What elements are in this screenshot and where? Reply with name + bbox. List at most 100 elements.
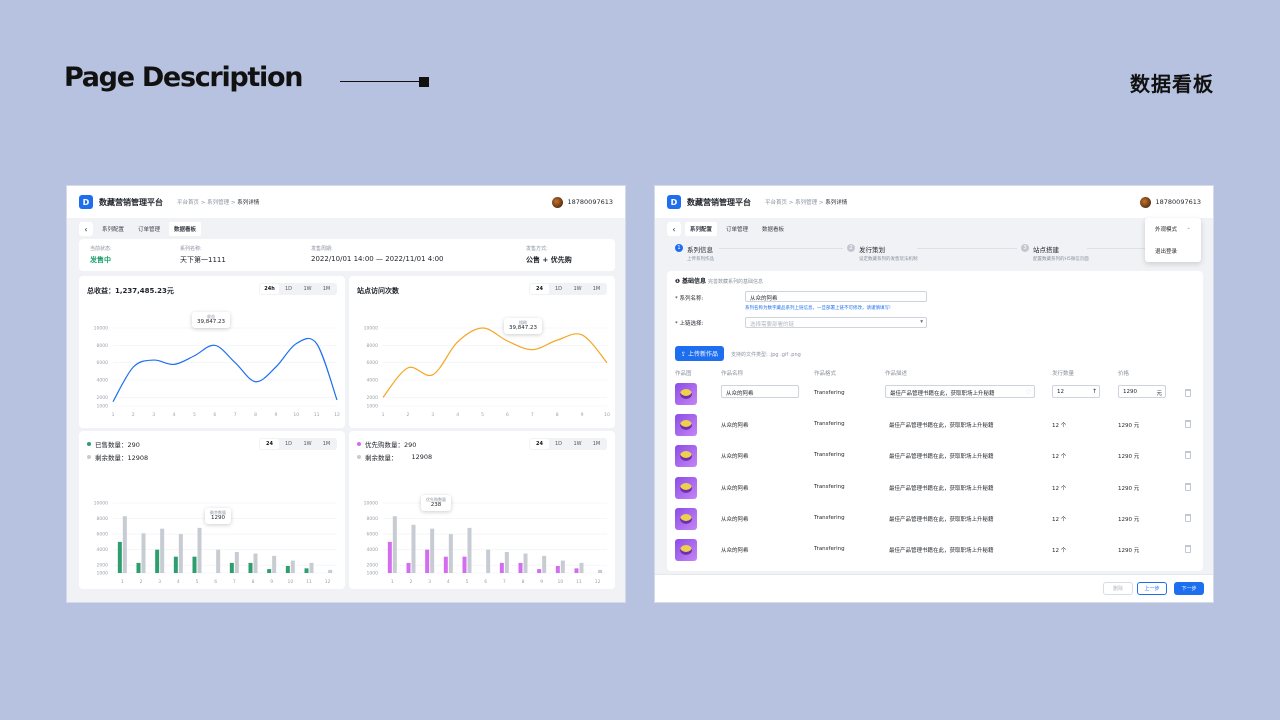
next-step-button[interactable]: 下一步 [1174,582,1204,595]
user-menu[interactable]: 18780097613 [1139,196,1202,208]
tab-series-config[interactable]: 系列配置 [97,222,129,236]
price-input[interactable]: 1290 元 [1118,385,1166,398]
x-tick-label: 1 [382,412,385,418]
tab-series-config[interactable]: 系列配置 [685,222,718,236]
artwork-name-input[interactable]: 从众的阿希 [721,385,799,398]
x-tick-label: 9 [540,579,543,585]
artwork-desc-input[interactable]: 最佳产品管理书籍在此，获取职场上升秘籍 ◌ [885,385,1035,398]
visits-chart-card: 站点访问次数 24 1D 1W 1M 1000 2000 4000 6000 8000 1… [349,276,615,428]
user-phone[interactable]: 18780097613 [568,198,614,206]
y-tick-label: 2000 [367,563,379,569]
user-menu[interactable]: 18780097613 [551,196,614,208]
user-dropdown: 外观模式 ⌄ 退出登录 [1145,218,1201,262]
step-3[interactable]: 3 站点搭建 配置数藏系列的H5微信页面 [1021,244,1089,262]
qty-stepper[interactable]: 12 ↑ [1052,385,1100,398]
upload-button[interactable]: ⇪ 上传新作品 [675,346,724,361]
trash-icon[interactable] [1185,389,1191,397]
bar [197,527,202,573]
bar [467,527,472,573]
artwork-format: Transfering [814,515,845,521]
bar [136,562,141,573]
menu-appearance[interactable]: 外观模式 ⌄ [1145,218,1201,240]
qty-value: 12 [1057,389,1064,395]
x-tick-label: 5 [481,412,484,418]
artwork-desc: 最佳产品管理书籍在此，获取职场上升秘籍 [889,548,994,554]
tab-dashboard[interactable]: 数据看板 [757,222,789,236]
bar [229,562,234,573]
artwork-thumbnail[interactable] [675,445,697,467]
artwork-thumbnail[interactable] [675,539,697,561]
step-title: 系列信息 [687,246,713,254]
artwork-thumbnail[interactable] [675,383,697,405]
chart-tooltip: 优先购数量 238 [421,495,451,512]
trash-icon[interactable] [1185,420,1191,428]
breadcrumb-item[interactable]: 系列管理 [795,200,817,206]
step-title: 发行策划 [859,246,885,254]
y-tick-label: 4000 [367,547,379,553]
top-bar: D 数藏营销管理平台 平台首页 > 系列管理 > 系列详情 1878009761… [67,186,625,218]
y-tick-label: 2000 [97,395,109,401]
col-desc: 作品描述 [885,371,908,377]
chain-select[interactable]: 选择需要部署的链 ▾ [745,317,927,328]
trash-icon[interactable] [1185,483,1191,491]
step-number: 2 [847,244,855,252]
back-arrow-icon[interactable]: ‹ [667,222,681,236]
avatar[interactable] [1139,196,1151,208]
artwork-thumbnail[interactable] [675,477,697,499]
x-tick-label: 2 [140,579,143,585]
step-1[interactable]: 1 系列信息 上传系列作品 [675,244,714,262]
artwork-qty: 12 个 [1052,517,1067,523]
series-name-input[interactable]: 从众的阿希 [745,291,927,302]
y-tick-label: 2000 [367,395,379,401]
bar [272,555,277,573]
clear-icon[interactable]: ◌ [1026,389,1031,395]
tab-order-mgmt[interactable]: 订单管理 [133,222,165,236]
series-line [112,337,338,402]
info-label: 系列名称: [180,246,202,252]
x-tick-label: 1 [121,579,124,585]
info-label: 发售方式: [526,246,548,252]
delete-button[interactable]: 删除 [1103,582,1133,595]
tooltip-value: 39,847.23 [509,325,537,332]
breadcrumb-item[interactable]: 平台首页 [765,200,787,206]
price-unit: 元 [1156,391,1162,397]
avatar[interactable] [551,196,563,208]
bar [178,534,183,573]
x-tick-label: 4 [456,412,459,418]
bar [309,562,314,573]
stepper-up-icon[interactable]: ↑ [1092,388,1097,395]
menu-logout[interactable]: 退出登录 [1145,240,1201,262]
bar [443,556,448,573]
step-2[interactable]: 2 发行策划 设定数藏系列的发售玩法机制 [847,244,918,262]
breadcrumb-item[interactable]: 系列管理 [207,200,229,206]
trash-icon[interactable] [1185,451,1191,459]
table-row: 从众的阿希 Transfering 最佳产品管理书籍在此，获取职场上升秘籍 12… [667,410,1203,441]
artwork-price: 1290 元 [1118,486,1140,492]
x-tick-label: 11 [314,412,320,418]
artwork-desc: 最佳产品管理书籍在此，获取职场上升秘籍 [889,423,994,429]
breadcrumb-item[interactable]: 平台首页 [177,200,199,206]
breadcrumb: 平台首页 > 系列管理 > 系列详情 [177,200,260,206]
trash-icon[interactable] [1185,514,1191,522]
artwork-desc: 最佳产品管理书籍在此，获取职场上升秘籍 [889,454,994,460]
trash-icon[interactable] [1185,545,1191,553]
y-tick-label: 6000 [367,532,379,538]
upload-icon: ⇪ [681,351,687,358]
artwork-thumbnail[interactable] [675,508,697,530]
back-arrow-icon[interactable]: ‹ [79,222,93,236]
bar [155,549,160,573]
tab-order-mgmt[interactable]: 订单管理 [721,222,753,236]
x-tick-label: 7 [234,412,237,418]
top-bar: D 数藏营销管理平台 平台首页 > 系列管理 > 系列详情 1878009761… [655,186,1213,218]
table-row: 从众的阿希 Transfering 最佳产品管理书籍在此，获取职场上升秘籍 12… [667,441,1203,472]
artwork-price: 1290 元 [1118,548,1140,554]
tab-dashboard[interactable]: 数据看板 [169,222,202,236]
user-phone[interactable]: 18780097613 [1156,198,1202,206]
artwork-format: Transfering [814,390,845,396]
artwork-thumbnail[interactable] [675,414,697,436]
prev-step-button[interactable]: 上一步 [1137,582,1167,595]
col-format: 作品格式 [814,371,837,377]
chain-label: * 上链选择: [675,321,704,327]
artwork-price: 1290 元 [1118,423,1140,429]
bar [387,541,392,573]
